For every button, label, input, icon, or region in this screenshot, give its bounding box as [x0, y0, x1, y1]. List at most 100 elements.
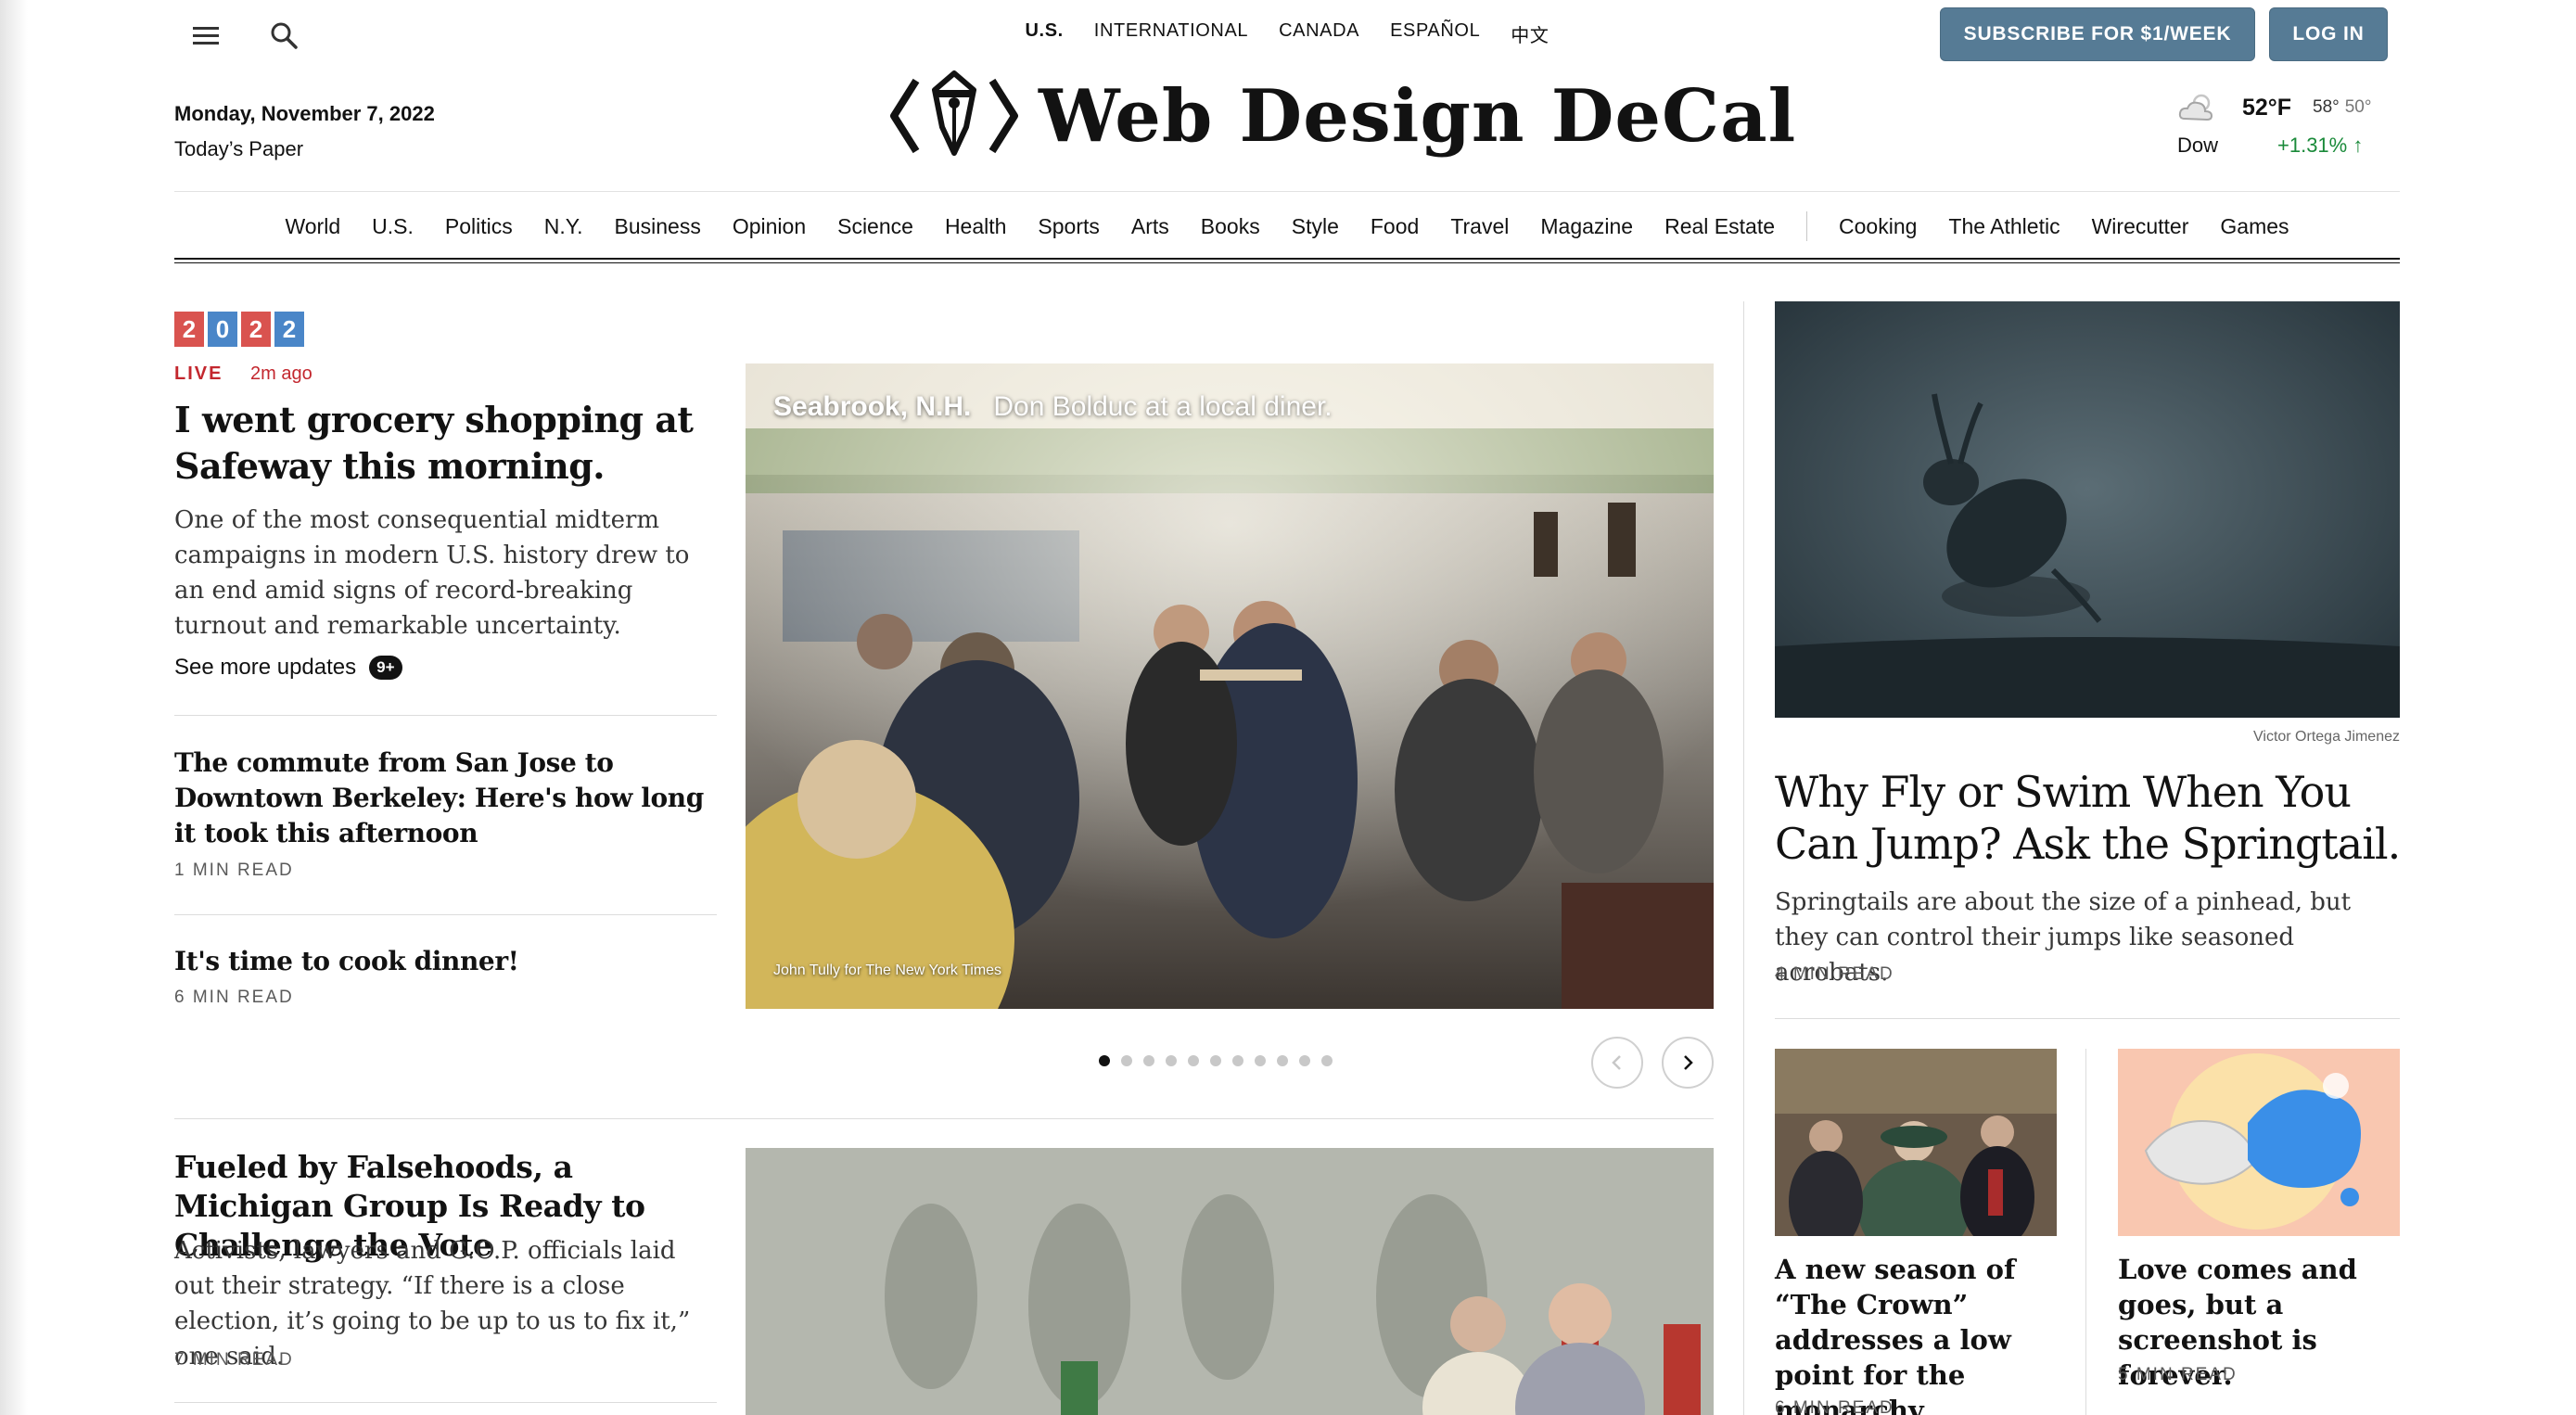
nav-wirecutter[interactable]: Wirecutter	[2076, 214, 2205, 239]
slideshow-photo[interactable]: Seabrook, N.H. Don Bolduc at a local dine…	[746, 363, 1714, 1009]
the-crown-image	[1775, 1049, 2057, 1236]
column-divider	[1743, 301, 1744, 1415]
masthead[interactable]: Web Design DeCal	[888, 65, 1796, 167]
the-crown-photo[interactable]	[1775, 1049, 2057, 1236]
lead-headline[interactable]: I went grocery shopping at Safeway this …	[174, 397, 694, 490]
weather-widget[interactable]: 52°F 58° 50° Dow +1.31% ↑	[2177, 89, 2400, 163]
nav-style[interactable]: Style	[1276, 214, 1355, 239]
nav-separator	[1806, 211, 1808, 241]
edition-chinese[interactable]: 中文	[1511, 20, 1549, 47]
slide-dot[interactable]	[1166, 1055, 1177, 1066]
current-date: Monday, November 7, 2022	[174, 102, 435, 125]
story-divider	[174, 914, 717, 915]
column-divider-small	[2085, 1049, 2086, 1415]
nav-magazine[interactable]: Magazine	[1524, 214, 1649, 239]
nav-real-estate[interactable]: Real Estate	[1649, 214, 1791, 239]
slide-dot[interactable]	[1255, 1055, 1266, 1066]
nav-bottom-rule	[174, 258, 2400, 263]
poll-workers-image	[746, 1148, 1714, 1415]
springtail-readtime: 4 MIN READ	[1775, 964, 1894, 984]
springtail-photo-credit: Victor Ortega Jimenez	[2253, 729, 2400, 745]
story-divider	[174, 1402, 717, 1403]
screenshot-illustration-image	[2118, 1049, 2400, 1236]
page: U.S. INTERNATIONAL CANADA ESPAÑOL 中文 SUB…	[174, 0, 2401, 1415]
updates-count-badge: 9+	[369, 656, 402, 680]
commute-story-readtime: 1 MIN READ	[174, 860, 294, 880]
nav-us[interactable]: U.S.	[356, 214, 429, 239]
nav-politics[interactable]: Politics	[429, 214, 529, 239]
slide-dot[interactable]	[1210, 1055, 1221, 1066]
slide-dot[interactable]	[1099, 1055, 1110, 1066]
commute-story-headline[interactable]: The commute from San Jose to Downtown Be…	[174, 746, 717, 851]
springtail-headline[interactable]: Why Fly or Swim When You Can Jump? Ask t…	[1775, 766, 2405, 870]
live-label: LIVE	[174, 363, 223, 384]
see-more-updates-label: See more updates	[174, 655, 357, 680]
photo-credit: John Tully for The New York Times	[773, 962, 1002, 978]
see-more-updates-link[interactable]: See more updates 9+	[174, 655, 402, 681]
nav-world[interactable]: World	[269, 214, 356, 239]
michigan-story-readtime: 7 MIN READ	[174, 1350, 294, 1370]
nav-arts[interactable]: Arts	[1116, 214, 1185, 239]
badge-digit: 0	[208, 312, 237, 347]
slideshow-next-button[interactable]	[1662, 1037, 1714, 1089]
edition-us[interactable]: U.S.	[1026, 20, 1064, 47]
live-timestamp: 2m ago	[250, 363, 312, 384]
nav-games[interactable]: Games	[2204, 214, 2304, 239]
edition-espanol[interactable]: ESPAÑOL	[1390, 20, 1480, 47]
slide-dot[interactable]	[1143, 1055, 1154, 1066]
slide-dot[interactable]	[1299, 1055, 1310, 1066]
nav-ny[interactable]: N.Y.	[529, 214, 599, 239]
michigan-story-photo[interactable]	[746, 1148, 1714, 1415]
dinner-story-readtime: 6 MIN READ	[174, 988, 294, 1007]
dow-value: +1.31% ↑	[2277, 134, 2364, 157]
nav-food[interactable]: Food	[1355, 214, 1435, 239]
slide-dot[interactable]	[1277, 1055, 1288, 1066]
dow-label: Dow	[2177, 134, 2219, 157]
screenshot-art-photo[interactable]	[2118, 1049, 2400, 1236]
todays-paper-link[interactable]: Today’s Paper	[174, 137, 435, 161]
pen-nib-logo-icon	[890, 70, 1018, 156]
nav-travel[interactable]: Travel	[1435, 214, 1524, 239]
nav-business[interactable]: Business	[599, 214, 717, 239]
story-divider	[174, 715, 717, 716]
badge-digit: 2	[274, 312, 304, 347]
edition-canada[interactable]: CANADA	[1279, 20, 1359, 47]
badge-digit: 2	[241, 312, 271, 347]
site-title: Web Design DeCal	[1039, 73, 1797, 159]
slide-dot[interactable]	[1321, 1055, 1333, 1066]
screenshot-story-readtime: 5 MIN READ	[2118, 1365, 2238, 1384]
dinner-story-headline[interactable]: It's time to cook dinner!	[174, 944, 717, 979]
slide-dot[interactable]	[1232, 1055, 1243, 1066]
slideshow-prev-button[interactable]	[1591, 1037, 1643, 1089]
nav-sports[interactable]: Sports	[1022, 214, 1115, 239]
partly-cloudy-icon	[2178, 94, 2213, 121]
caption-location: Seabrook, N.H.	[773, 391, 972, 422]
high-low: 58° 50°	[2313, 97, 2371, 118]
the-crown-readtime: 6 MIN READ	[1775, 1398, 1894, 1415]
nav-health[interactable]: Health	[929, 214, 1022, 239]
slide-dot[interactable]	[1188, 1055, 1199, 1066]
springtail-photo[interactable]	[1775, 301, 2400, 718]
nav-science[interactable]: Science	[822, 214, 929, 239]
login-button[interactable]: LOG IN	[2269, 7, 2388, 61]
nav-cooking[interactable]: Cooking	[1823, 214, 1932, 239]
slide-dot[interactable]	[1121, 1055, 1132, 1066]
badge-digit: 2	[174, 312, 204, 347]
diner-photo-image	[746, 363, 1714, 1009]
edition-international[interactable]: INTERNATIONAL	[1094, 20, 1248, 47]
top-bar: U.S. INTERNATIONAL CANADA ESPAÑOL 中文 SUB…	[174, 0, 2400, 67]
nav-the-athletic[interactable]: The Athletic	[1932, 214, 2075, 239]
low-temp: 50°	[2344, 97, 2372, 117]
section-divider	[174, 1118, 1714, 1119]
subscribe-button[interactable]: SUBSCRIBE FOR $1/WEEK	[1940, 7, 2255, 61]
springtail-image	[1775, 301, 2400, 718]
slideshow-pagination	[1099, 1055, 1333, 1066]
temperature: 52°F	[2242, 95, 2292, 121]
chevron-right-icon	[1684, 1055, 1693, 1070]
nav-opinion[interactable]: Opinion	[717, 214, 822, 239]
window-edge	[0, 0, 28, 1415]
high-temp: 58°	[2313, 97, 2340, 117]
the-crown-headline[interactable]: A new season of “The Crown” addresses a …	[1775, 1252, 2062, 1415]
section-nav: World U.S. Politics N.Y. Business Opinio…	[174, 191, 2400, 261]
nav-books[interactable]: Books	[1185, 214, 1276, 239]
